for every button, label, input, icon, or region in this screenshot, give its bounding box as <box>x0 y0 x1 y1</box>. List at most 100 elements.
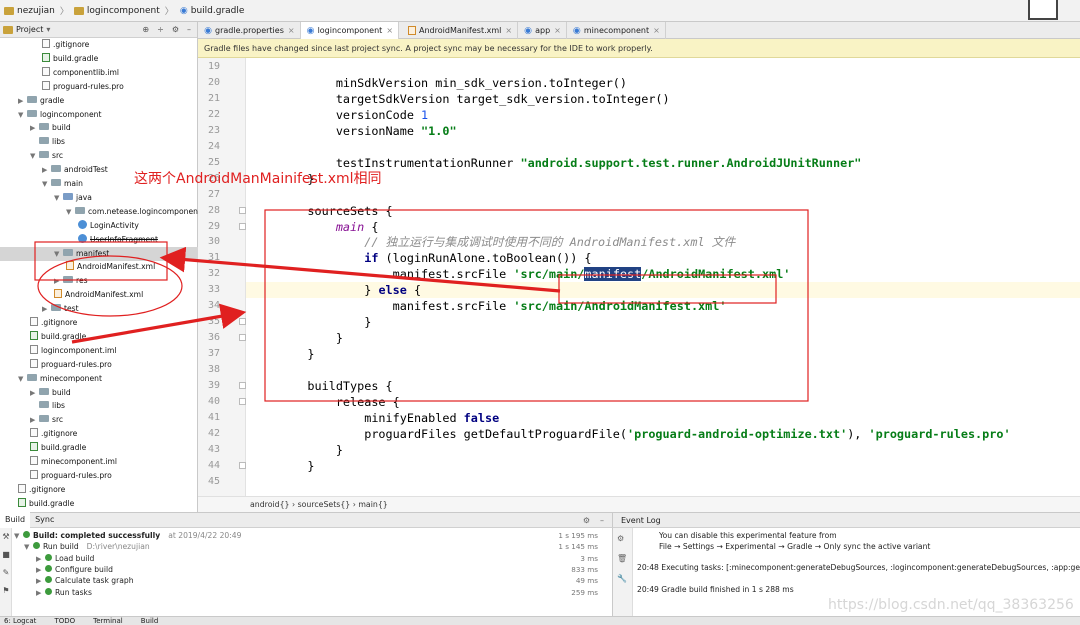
expand-arrow-icon[interactable]: ▶ <box>36 588 45 599</box>
expand-arrow-icon[interactable]: ▶ <box>42 302 51 316</box>
expand-arrow-icon[interactable]: ▼ <box>14 531 23 542</box>
editor-tab[interactable]: ◉ logincomponent × <box>300 22 400 39</box>
tree-item[interactable]: libs <box>0 135 198 149</box>
bottom-tool-tab[interactable]: 6: Logcat <box>4 617 36 625</box>
tree-item[interactable]: UserInfoFragment <box>0 233 198 247</box>
hide-icon[interactable]: – <box>187 25 191 34</box>
tree-item[interactable]: build.gradle <box>0 52 198 66</box>
tree-item[interactable]: ▶ build <box>0 121 198 135</box>
folder-icon <box>51 179 61 186</box>
tree-item[interactable]: libs <box>0 399 198 413</box>
expand-arrow-icon[interactable]: ▼ <box>18 372 27 386</box>
tab-sync[interactable]: Sync <box>30 512 59 528</box>
tree-item[interactable]: ▶ build <box>0 386 198 400</box>
editor-tab[interactable]: AndroidManifest.xml × <box>399 22 519 39</box>
build-row[interactable]: ▶ Run tasks 259 ms <box>36 587 598 598</box>
tree-item[interactable]: minecomponent.iml <box>0 455 198 469</box>
bottom-tool-tab[interactable]: TODO <box>54 617 75 625</box>
breadcrumb-item[interactable]: logincomponent <box>70 2 164 20</box>
pin-icon[interactable]: ✎ <box>1 568 11 577</box>
expand-arrow-icon[interactable]: ▼ <box>24 542 33 553</box>
expand-arrow-icon[interactable]: ▶ <box>54 274 63 288</box>
tree-item[interactable]: ▼ com.netease.logincomponent <box>0 205 198 219</box>
tree-item[interactable]: proguard-rules.pro <box>0 80 198 94</box>
tree-item[interactable]: ▶ res <box>0 274 198 288</box>
collapse-icon[interactable]: ÷ <box>157 25 164 34</box>
editor-tab[interactable]: ◉ minecomponent × <box>567 22 666 39</box>
tree-item[interactable]: LoginActivity <box>0 219 198 233</box>
tree-item[interactable]: logincomponent.iml <box>0 344 198 358</box>
tree-item[interactable]: componentlib.iml <box>0 66 198 80</box>
tree-item[interactable]: AndroidManifest.xml <box>0 260 198 274</box>
tree-item[interactable]: AndroidManifest.xml <box>0 288 198 302</box>
tree-item[interactable]: build.gradle <box>0 441 198 455</box>
expand-arrow-icon[interactable]: ▼ <box>18 108 27 122</box>
dropdown-arrow-icon[interactable]: ▾ <box>46 25 50 34</box>
bottom-tool-tab[interactable]: Terminal <box>93 617 123 625</box>
tree-item[interactable]: ▼ minecomponent <box>0 372 198 386</box>
tree-item-label: minecomponent <box>40 373 102 383</box>
tree-item[interactable]: proguard-rules.pro <box>0 358 198 372</box>
stop-icon[interactable]: ■ <box>1 550 11 559</box>
tree-item[interactable]: build.gradle <box>0 497 198 510</box>
tree-item[interactable]: build.gradle <box>0 330 198 344</box>
source-folder-icon <box>63 192 73 200</box>
expand-arrow-icon[interactable]: ▼ <box>66 205 75 219</box>
hide-icon[interactable]: – <box>600 516 604 525</box>
window-control-icon[interactable] <box>1028 0 1058 20</box>
tree-item[interactable]: .gitignore <box>0 483 198 497</box>
close-icon[interactable]: × <box>554 26 561 35</box>
expand-arrow-icon[interactable]: ▶ <box>18 94 27 108</box>
editor-tab-label: app <box>535 26 551 35</box>
editor-tab-bar: ◉ gradle.properties × ◉ logincomponent × Andro… <box>198 22 1080 39</box>
wrench-icon[interactable]: 🔧 <box>617 574 627 583</box>
project-view-selector[interactable]: Project <box>16 25 43 34</box>
close-icon[interactable]: × <box>653 26 660 35</box>
tree-item[interactable]: ▼ logincomponent <box>0 108 198 122</box>
bottom-tool-tab[interactable]: Build <box>141 617 159 625</box>
tree-item[interactable]: ▶ test <box>0 302 198 316</box>
close-icon[interactable]: × <box>386 26 393 35</box>
hammer-icon[interactable]: ⚒ <box>1 532 11 541</box>
build-row[interactable]: ▼ Run build D:\river\nezujian 1 s 145 ms <box>24 541 598 552</box>
expand-arrow-icon[interactable]: ▶ <box>30 121 39 135</box>
tree-item[interactable]: proguard-rules.pro <box>0 469 198 483</box>
expand-arrow-icon[interactable]: ▶ <box>42 163 51 177</box>
tree-item[interactable]: .gitignore <box>0 316 198 330</box>
expand-arrow-icon[interactable]: ▶ <box>30 413 39 427</box>
tab-build[interactable]: Build <box>0 512 31 528</box>
gear-icon[interactable]: ⚙ <box>172 25 179 34</box>
settings-icon[interactable]: ⚙ <box>617 534 624 543</box>
tree-item-label: build.gradle <box>53 53 99 63</box>
expand-arrow-icon[interactable]: ▼ <box>30 149 39 163</box>
build-row[interactable]: ▶ Load build 3 ms <box>36 553 598 564</box>
breadcrumb-item[interactable]: nezujian <box>0 2 59 20</box>
filter-icon[interactable]: ⚑ <box>1 586 11 595</box>
tree-item[interactable]: .gitignore <box>0 38 198 52</box>
editor-tab[interactable]: ◉ app × <box>518 22 567 39</box>
editor-tab[interactable]: ◉ gradle.properties × <box>198 22 301 39</box>
sync-icon[interactable]: ⊕ <box>142 25 149 34</box>
tree-item[interactable]: .gitignore <box>0 427 198 441</box>
close-icon[interactable]: × <box>505 26 512 35</box>
expand-arrow-icon[interactable]: ▼ <box>42 177 51 191</box>
build-row[interactable]: ▶ Configure build 833 ms <box>36 564 598 575</box>
expand-arrow-icon[interactable]: ▼ <box>54 247 63 261</box>
tree-item[interactable]: ▼ manifest <box>0 246 198 261</box>
code-editor[interactable]: 19 20 21 22 23 24 25 26 27 28 29 30 31 32 33 34 35 36 37 38… <box>198 58 1080 496</box>
expand-arrow-icon[interactable]: ▼ <box>54 191 63 205</box>
build-row[interactable]: ▼ Build: completed successfully at 2019/4/… <box>14 530 598 541</box>
xml-file-icon <box>66 261 74 271</box>
editor-breadcrumb[interactable]: android{} › sourceSets{} › main{} <box>198 496 1080 512</box>
tree-item[interactable]: ▼ src <box>0 149 198 163</box>
trash-icon[interactable]: 🗑 <box>617 554 627 563</box>
breadcrumb-item[interactable]: ◉ build.gradle <box>175 2 249 20</box>
tree-item[interactable]: ▶ src <box>0 413 198 427</box>
gear-icon[interactable]: ⚙ <box>583 516 590 525</box>
tree-item[interactable]: ▶ gradle <box>0 94 198 108</box>
expand-arrow-icon[interactable]: ▶ <box>30 386 39 400</box>
build-row[interactable]: ▶ Calculate task graph 49 ms <box>36 575 598 586</box>
breadcrumb-label: nezujian <box>17 5 55 16</box>
tree-item[interactable]: ▼ java <box>0 191 198 205</box>
close-icon[interactable]: × <box>288 26 295 35</box>
